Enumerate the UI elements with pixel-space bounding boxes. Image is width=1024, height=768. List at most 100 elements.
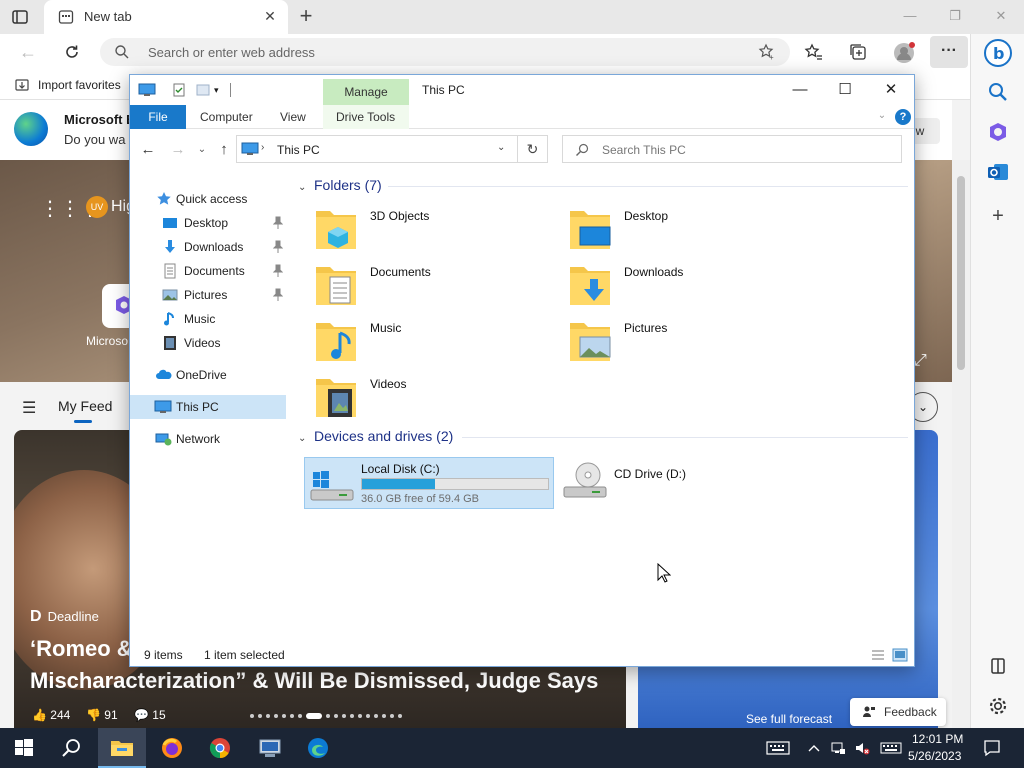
clock-time[interactable]: 12:01 PM <box>912 732 963 746</box>
notifications-icon[interactable] <box>982 738 1002 758</box>
clock-date[interactable]: 5/26/2023 <box>908 749 961 763</box>
drive-cd-d[interactable]: CD Drive (D:) <box>558 457 808 509</box>
collapse-chevron-icon[interactable]: ⌄ <box>298 182 310 193</box>
nav-item-this-pc[interactable]: This PC <box>130 395 286 419</box>
drive-local-disk-c[interactable]: Local Disk (C:) 36.0 GB free of 59.4 GB <box>304 457 554 509</box>
nav-item-videos[interactable]: Videos <box>130 331 286 355</box>
recent-locations-icon[interactable]: ⌄ <box>192 140 212 160</box>
app-launcher-icon[interactable]: ⋮⋮⋮ <box>40 196 100 220</box>
tab-close-icon[interactable]: ✕ <box>262 8 278 24</box>
keyboard-tray-icon[interactable] <box>766 740 790 756</box>
back-icon[interactable]: ← <box>16 40 40 64</box>
folder-videos[interactable]: Videos <box>314 373 564 425</box>
folder-music[interactable]: Music <box>314 317 564 369</box>
tab-my-feed[interactable]: My Feed <box>58 398 112 414</box>
folder-desktop[interactable]: Desktop <box>568 205 818 257</box>
collapse-chevron-icon[interactable]: ⌄ <box>298 433 310 444</box>
address-dropdown-icon[interactable]: ⌄ <box>497 142 505 153</box>
chrome-taskbar-button[interactable] <box>196 728 244 768</box>
tab-actions-icon[interactable] <box>10 7 30 27</box>
pin-icon[interactable] <box>273 240 283 254</box>
breadcrumb[interactable]: This PC <box>277 143 320 157</box>
tab-view[interactable]: View <box>280 110 306 124</box>
expand-icon[interactable]: ⤢ <box>914 352 927 370</box>
new-tab-button[interactable]: + <box>294 5 318 29</box>
office-icon[interactable] <box>986 120 1010 144</box>
folders-group-header[interactable]: ⌄ Folders (7) <box>298 177 382 193</box>
tab-computer[interactable]: Computer <box>200 110 253 124</box>
close-icon[interactable]: ✕ <box>991 6 1011 26</box>
collections-icon[interactable] <box>848 42 868 62</box>
tab-file[interactable]: File <box>130 105 186 129</box>
search-icon[interactable] <box>986 80 1010 104</box>
hamburger-menu-icon[interactable]: ☰ <box>22 398 36 418</box>
settings-and-more-button[interactable]: ··· <box>930 36 968 68</box>
properties-icon[interactable] <box>172 83 186 97</box>
minimize-icon[interactable]: — <box>900 6 920 26</box>
dislike-count[interactable]: 👎 91 <box>86 708 118 722</box>
tab-manage[interactable]: Manage <box>323 79 409 105</box>
bing-chat-icon[interactable]: b <box>983 38 1013 68</box>
forward-icon[interactable]: → <box>168 140 188 160</box>
folder-documents[interactable]: Documents <box>314 261 564 313</box>
nav-item-onedrive[interactable]: OneDrive <box>130 363 286 387</box>
nav-item-quick-access[interactable]: Quick access <box>130 187 286 211</box>
folder-downloads[interactable]: Downloads <box>568 261 818 313</box>
scrollbar-thumb[interactable] <box>957 176 965 370</box>
network-app-taskbar-button[interactable] <box>246 728 294 768</box>
browser-tab[interactable]: New tab ✕ <box>44 0 288 34</box>
drives-group-header[interactable]: ⌄ Devices and drives (2) <box>298 428 453 444</box>
refresh-icon[interactable] <box>60 40 84 64</box>
feedback-button[interactable]: Feedback <box>850 698 946 726</box>
restore-icon[interactable]: ❐ <box>945 6 965 26</box>
nav-item-documents[interactable]: Documents <box>130 259 286 283</box>
back-icon[interactable]: ← <box>138 140 158 160</box>
folder-pictures[interactable]: Pictures <box>568 317 818 369</box>
firefox-taskbar-button[interactable] <box>148 728 196 768</box>
pin-icon[interactable] <box>273 288 283 302</box>
pin-icon[interactable] <box>273 264 283 278</box>
breadcrumb-chevron-icon[interactable]: › <box>261 142 264 153</box>
new-folder-icon[interactable] <box>196 83 210 97</box>
carousel-dots[interactable] <box>248 712 404 720</box>
pin-icon[interactable] <box>273 216 283 230</box>
explorer-minimize-icon[interactable]: — <box>785 78 815 102</box>
details-view-icon[interactable] <box>870 648 886 662</box>
explorer-refresh-icon[interactable]: ↻ <box>518 135 548 163</box>
profile-avatar-icon[interactable] <box>893 42 915 63</box>
add-sidebar-app-icon[interactable]: + <box>986 204 1010 228</box>
nav-item-music[interactable]: Music <box>130 307 286 331</box>
language-tray-icon[interactable] <box>880 740 902 756</box>
comment-count[interactable]: 💬 15 <box>134 708 166 722</box>
outlook-icon[interactable] <box>986 160 1010 184</box>
edge-taskbar-button[interactable] <box>294 728 342 768</box>
nav-item-downloads[interactable]: Downloads <box>130 235 286 259</box>
help-icon[interactable]: ? <box>895 109 911 125</box>
import-favorites-link[interactable]: Import favorites <box>38 78 121 92</box>
network-tray-icon[interactable] <box>830 740 846 756</box>
search-taskbar-button[interactable] <box>48 728 96 768</box>
split-screen-icon[interactable] <box>986 654 1010 678</box>
file-explorer-taskbar-button[interactable] <box>98 728 146 768</box>
page-scrollbar[interactable] <box>952 160 970 728</box>
folder-3d-objects[interactable]: 3D Objects <box>314 205 564 257</box>
up-icon[interactable]: ↑ <box>214 140 234 160</box>
sidebar-settings-icon[interactable] <box>986 694 1010 718</box>
add-favorite-icon[interactable]: + <box>758 43 776 62</box>
nav-item-pictures[interactable]: Pictures <box>130 283 286 307</box>
large-icons-view-icon[interactable] <box>892 648 908 662</box>
start-button[interactable] <box>0 728 48 768</box>
explorer-search-input[interactable]: Search This PC <box>562 135 902 163</box>
address-bar[interactable]: Search or enter web address + <box>100 38 790 66</box>
like-count[interactable]: 👍 244 <box>32 708 70 722</box>
see-full-forecast-link[interactable]: See full forecast <box>746 712 832 726</box>
volume-muted-icon[interactable] <box>854 740 870 756</box>
nav-item-network[interactable]: Network <box>130 427 286 451</box>
tab-drive-tools[interactable]: Drive Tools <box>336 110 395 124</box>
expand-ribbon-icon[interactable]: ⌄ <box>875 109 889 123</box>
customize-qat-icon[interactable]: ▾ <box>214 83 228 97</box>
explorer-address-bar[interactable]: › This PC ⌄ <box>236 135 518 163</box>
nav-item-desktop[interactable]: Desktop <box>130 211 286 235</box>
explorer-titlebar[interactable]: ▾ Manage This PC — ☐ ✕ <box>130 75 914 105</box>
explorer-maximize-icon[interactable]: ☐ <box>830 78 860 102</box>
